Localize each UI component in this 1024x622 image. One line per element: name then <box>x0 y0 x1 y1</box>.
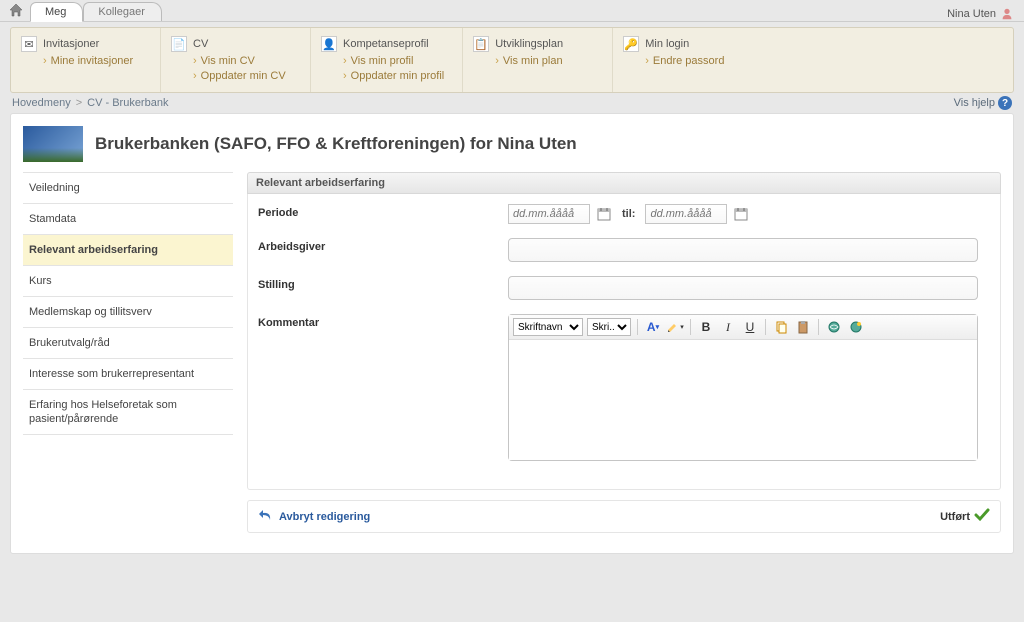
home-icon[interactable] <box>8 2 24 18</box>
section-header: Relevant arbeidserfaring <box>247 172 1001 194</box>
sidebar-item-medlemskap[interactable]: Medlemskap og tillitsverv <box>23 297 233 328</box>
toolbar-invitasjoner: ✉ Invitasjoner Mine invitasjoner <box>11 28 161 92</box>
tab-kollegaer[interactable]: Kollegaer <box>83 2 161 21</box>
label-periode: Periode <box>258 204 508 219</box>
image-button[interactable] <box>847 318 865 336</box>
help-toggle[interactable]: Vis hjelp ? <box>954 96 1012 110</box>
username-label: Nina Uten <box>947 8 996 20</box>
font-size-select[interactable]: Skri... <box>587 318 631 336</box>
toolbar-kompetanseprofil: 👤 Kompetanseprofil Vis min profil Oppdate… <box>311 28 463 92</box>
done-label: Utført <box>940 511 970 523</box>
link-vis-min-cv[interactable]: Vis min CV <box>193 54 292 69</box>
main-toolbar: ✉ Invitasjoner Mine invitasjoner 📄 CV Vis … <box>11 28 1013 92</box>
document-icon: 📄 <box>171 36 187 52</box>
link-endre-passord[interactable]: Endre passord <box>645 54 745 69</box>
breadcrumb-separator: > <box>76 97 82 109</box>
bold-button[interactable]: B <box>697 318 715 336</box>
underline-button[interactable]: U <box>741 318 759 336</box>
side-menu: Veiledning Stamdata Relevant arbeidserfa… <box>23 172 233 533</box>
input-arbeidsgiver[interactable] <box>508 238 978 262</box>
calendar-icon-from[interactable] <box>596 206 612 222</box>
toolbar-cv: 📄 CV Vis min CV Oppdater min CV <box>161 28 311 92</box>
user-icon <box>1000 7 1014 21</box>
label-arbeidsgiver: Arbeidsgiver <box>258 238 508 253</box>
toolbar-title: Invitasjoner <box>43 38 99 50</box>
cancel-label: Avbryt redigering <box>279 511 370 523</box>
sidebar-item-brukerutvalg[interactable]: Brukerutvalg/råd <box>23 328 233 359</box>
label-til: til: <box>622 208 635 220</box>
sidebar-item-stamdata[interactable]: Stamdata <box>23 204 233 235</box>
login-icon: 🔑 <box>623 36 639 52</box>
label-stilling: Stilling <box>258 276 508 291</box>
breadcrumb-current: CV - Brukerbank <box>87 97 168 109</box>
cancel-edit-button[interactable]: Avbryt redigering <box>258 507 370 526</box>
help-label: Vis hjelp <box>954 97 995 109</box>
input-stilling[interactable] <box>508 276 978 300</box>
check-icon <box>974 507 990 526</box>
sidebar-item-veiledning[interactable]: Veiledning <box>23 173 233 204</box>
link-oppdater-min-cv[interactable]: Oppdater min CV <box>193 69 292 84</box>
done-button[interactable]: Utført <box>940 507 990 526</box>
banner-image <box>23 126 83 162</box>
toolbar-utviklingsplan: 📋 Utviklingsplan Vis min plan <box>463 28 613 92</box>
calendar-icon-to[interactable] <box>733 206 749 222</box>
invitation-icon: ✉ <box>21 36 37 52</box>
toolbar-title: Min login <box>645 38 689 50</box>
sidebar-item-interesse[interactable]: Interesse som brukerrepresentant <box>23 359 233 390</box>
sidebar-item-erfaring[interactable]: Erfaring hos Helseforetak som pasient/på… <box>23 390 233 435</box>
breadcrumb-home[interactable]: Hovedmeny <box>12 97 71 109</box>
toolbar-title: Utviklingsplan <box>495 38 563 50</box>
link-mine-invitasjoner[interactable]: Mine invitasjoner <box>43 54 142 69</box>
toolbar-separator <box>637 319 638 335</box>
profile-icon: 👤 <box>321 36 337 52</box>
toolbar-title: CV <box>193 38 208 50</box>
font-color-button[interactable]: A▾ <box>644 318 662 336</box>
paste-button[interactable] <box>794 318 812 336</box>
undo-icon <box>258 507 274 526</box>
rich-text-editor: Skriftnavn Skri... A▾ ▾ B I U <box>508 314 978 461</box>
highlight-button[interactable]: ▾ <box>666 318 684 336</box>
page-title: Brukerbanken (SAFO, FFO & Kreftforeninge… <box>95 134 577 154</box>
link-vis-min-profil[interactable]: Vis min profil <box>343 54 444 69</box>
italic-button[interactable]: I <box>719 318 737 336</box>
font-family-select[interactable]: Skriftnavn <box>513 318 583 336</box>
editor-toolbar: Skriftnavn Skri... A▾ ▾ B I U <box>509 315 977 340</box>
toolbar-title: Kompetanseprofil <box>343 38 429 50</box>
toolbar-separator <box>765 319 766 335</box>
input-date-from[interactable] <box>508 204 590 224</box>
toolbar-separator <box>690 319 691 335</box>
copy-button[interactable] <box>772 318 790 336</box>
link-button[interactable] <box>825 318 843 336</box>
link-oppdater-min-profil[interactable]: Oppdater min profil <box>343 69 444 84</box>
editor-body[interactable] <box>509 340 977 460</box>
input-date-to[interactable] <box>645 204 727 224</box>
sidebar-item-arbeidserfaring[interactable]: Relevant arbeidserfaring <box>23 235 233 266</box>
toolbar-min-login: 🔑 Min login Endre passord <box>613 28 763 92</box>
toolbar-separator <box>818 319 819 335</box>
plan-icon: 📋 <box>473 36 489 52</box>
tab-meg[interactable]: Meg <box>30 2 83 22</box>
label-kommentar: Kommentar <box>258 314 508 329</box>
link-vis-min-plan[interactable]: Vis min plan <box>495 54 594 69</box>
user-menu[interactable]: Nina Uten <box>947 7 1024 21</box>
help-icon: ? <box>998 96 1012 110</box>
sidebar-item-kurs[interactable]: Kurs <box>23 266 233 297</box>
